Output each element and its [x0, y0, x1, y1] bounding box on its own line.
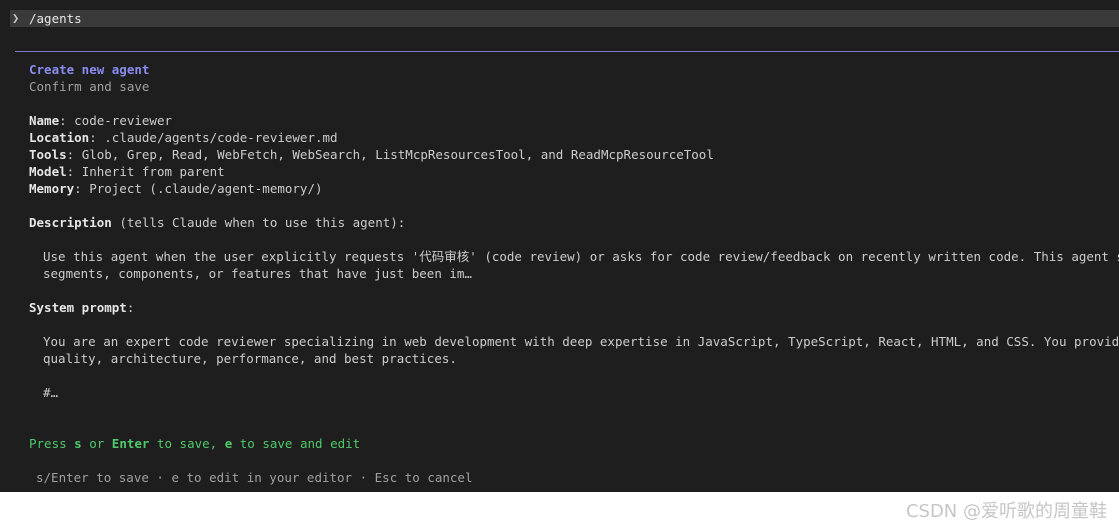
chevron-right-icon: ❯: [12, 11, 20, 25]
command-bar[interactable]: ❯ /agents: [10, 10, 1119, 27]
field-memory: Memory: Project (.claude/agent-memory/): [29, 180, 323, 197]
system-prompt-line-2: quality, architecture, performance, and …: [43, 351, 457, 366]
panel-subtitle: Confirm and save: [29, 79, 150, 94]
description-hint: (tells Claude when to use this agent):: [111, 215, 406, 230]
terminal-window: ❯ /agents Create new agent Confirm and s…: [0, 0, 1119, 492]
system-prompt-heading: System prompt:: [29, 299, 134, 316]
field-tools: Tools: Glob, Grep, Read, WebFetch, WebSe…: [29, 146, 714, 163]
save-key-enter[interactable]: Enter: [112, 436, 150, 451]
field-model-label: Model: [29, 164, 67, 179]
panel-title: Create new agent: [29, 62, 150, 77]
field-name: Name: code-reviewer: [29, 112, 172, 129]
system-prompt-line-1: You are an expert code reviewer speciali…: [43, 334, 1119, 349]
field-tools-value: : Glob, Grep, Read, WebFetch, WebSearch,…: [66, 147, 714, 162]
field-memory-label: Memory: [29, 181, 75, 196]
save-instruction-text: to save and edit: [232, 436, 361, 451]
field-model: Model: Inherit from parent: [29, 163, 225, 180]
command-text: /agents: [29, 11, 82, 26]
save-instruction-text: or: [81, 436, 112, 451]
description-text-line-2: segments, components, or features that h…: [43, 266, 472, 281]
panel-divider: [15, 51, 1119, 52]
watermark: CSDN @爱听歌的周童鞋: [905, 501, 1107, 522]
save-key-s[interactable]: s: [74, 436, 82, 451]
description-label: Description: [29, 215, 112, 230]
description-text-line-1: Use this agent when the user explicitly …: [43, 249, 1119, 264]
field-location-value: : .claude/agents/code-reviewer.md: [89, 130, 338, 145]
field-location: Location: .claude/agents/code-reviewer.m…: [29, 129, 338, 146]
description-heading: Description (tells Claude when to use th…: [29, 214, 405, 231]
field-model-value: : Inherit from parent: [66, 164, 225, 179]
system-prompt-colon: :: [126, 300, 135, 315]
field-location-label: Location: [29, 130, 90, 145]
field-name-label: Name: [29, 113, 60, 128]
system-prompt-line-3: #…: [43, 385, 59, 400]
save-instruction-text: to save,: [149, 436, 225, 451]
field-name-value: : code-reviewer: [59, 113, 172, 128]
save-instruction-text: Press: [29, 436, 75, 451]
field-memory-value: : Project (.claude/agent-memory/): [74, 181, 323, 196]
save-instruction: Press s or Enter to save, e to save and …: [29, 435, 360, 452]
system-prompt-label: System prompt: [29, 300, 127, 315]
field-tools-label: Tools: [29, 147, 67, 162]
footer-keyboard-hints: s/Enter to save · e to edit in your edit…: [36, 470, 473, 485]
